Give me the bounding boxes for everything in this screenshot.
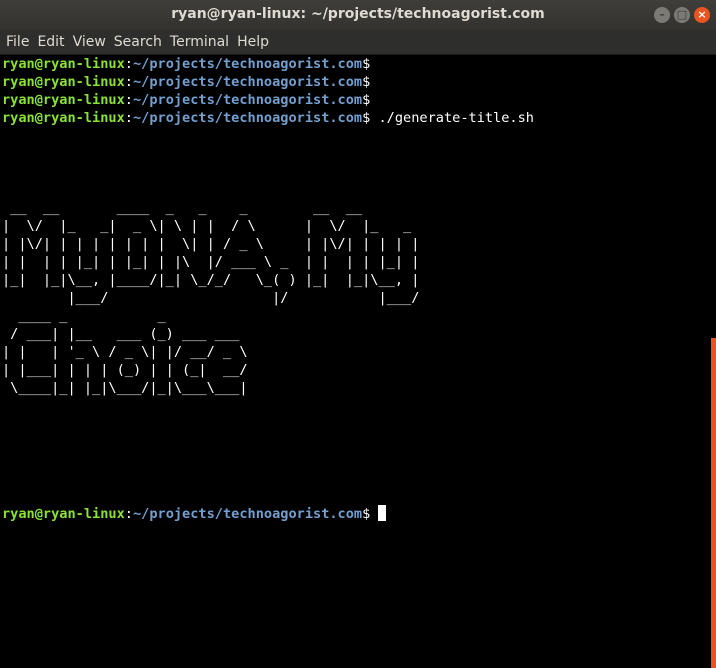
terminal-window: ryan@ryan-linux: ~/projects/technoagoris… xyxy=(0,0,716,668)
prompt-symbol: $ xyxy=(362,506,371,522)
menu-help[interactable]: Help xyxy=(233,34,273,50)
prompt-symbol: $ xyxy=(362,74,371,90)
window-title: ryan@ryan-linux: ~/projects/technoagoris… xyxy=(171,6,545,22)
prompt-user: ryan@ryan-linux xyxy=(2,92,125,108)
prompt-user: ryan@ryan-linux xyxy=(2,74,125,90)
prompt-path: ~/projects/technoagorist.com xyxy=(132,56,363,72)
maximize-icon[interactable]: □ xyxy=(674,7,690,23)
command-text: ./generate-title.sh xyxy=(370,110,534,126)
prompt-line: ryan@ryan-linux:~/projects/technoagorist… xyxy=(2,56,371,72)
prompt-user: ryan@ryan-linux xyxy=(2,56,125,72)
prompt-path: ~/projects/technoagorist.com xyxy=(132,74,363,90)
prompt-line-current: ryan@ryan-linux:~/projects/technoagorist… xyxy=(2,505,714,523)
menu-edit[interactable]: Edit xyxy=(33,34,68,50)
ascii-art-title: __ __ ____ _ _ _ __ __ | \/ |_ _| _ \| \… xyxy=(2,200,420,396)
prompt-path: ~/projects/technoagorist.com xyxy=(132,506,363,522)
minimize-icon[interactable]: – xyxy=(654,7,670,23)
prompt-symbol: $ xyxy=(362,92,371,108)
menu-terminal[interactable]: Terminal xyxy=(166,34,233,50)
scrollbar[interactable] xyxy=(711,338,716,668)
title-bar[interactable]: ryan@ryan-linux: ~/projects/technoagoris… xyxy=(0,0,716,30)
menu-search[interactable]: Search xyxy=(110,34,166,50)
close-icon[interactable]: × xyxy=(694,7,710,23)
text-cursor xyxy=(378,505,387,521)
menu-bar: File Edit View Search Terminal Help xyxy=(0,30,716,55)
terminal-output[interactable]: ryan@ryan-linux:~/projects/technoagorist… xyxy=(0,55,716,668)
prompt-line: ryan@ryan-linux:~/projects/technoagorist… xyxy=(2,92,371,108)
menu-view[interactable]: View xyxy=(69,34,110,50)
menu-file[interactable]: File xyxy=(2,34,33,50)
prompt-symbol: $ xyxy=(362,56,371,72)
prompt-path: ~/projects/technoagorist.com xyxy=(132,110,363,126)
window-controls: – □ × xyxy=(654,7,710,23)
prompt-line: ryan@ryan-linux:~/projects/technoagorist… xyxy=(2,110,534,126)
prompt-line: ryan@ryan-linux:~/projects/technoagorist… xyxy=(2,74,371,90)
prompt-path: ~/projects/technoagorist.com xyxy=(132,92,363,108)
prompt-user: ryan@ryan-linux xyxy=(2,110,125,126)
prompt-user: ryan@ryan-linux xyxy=(2,506,125,522)
